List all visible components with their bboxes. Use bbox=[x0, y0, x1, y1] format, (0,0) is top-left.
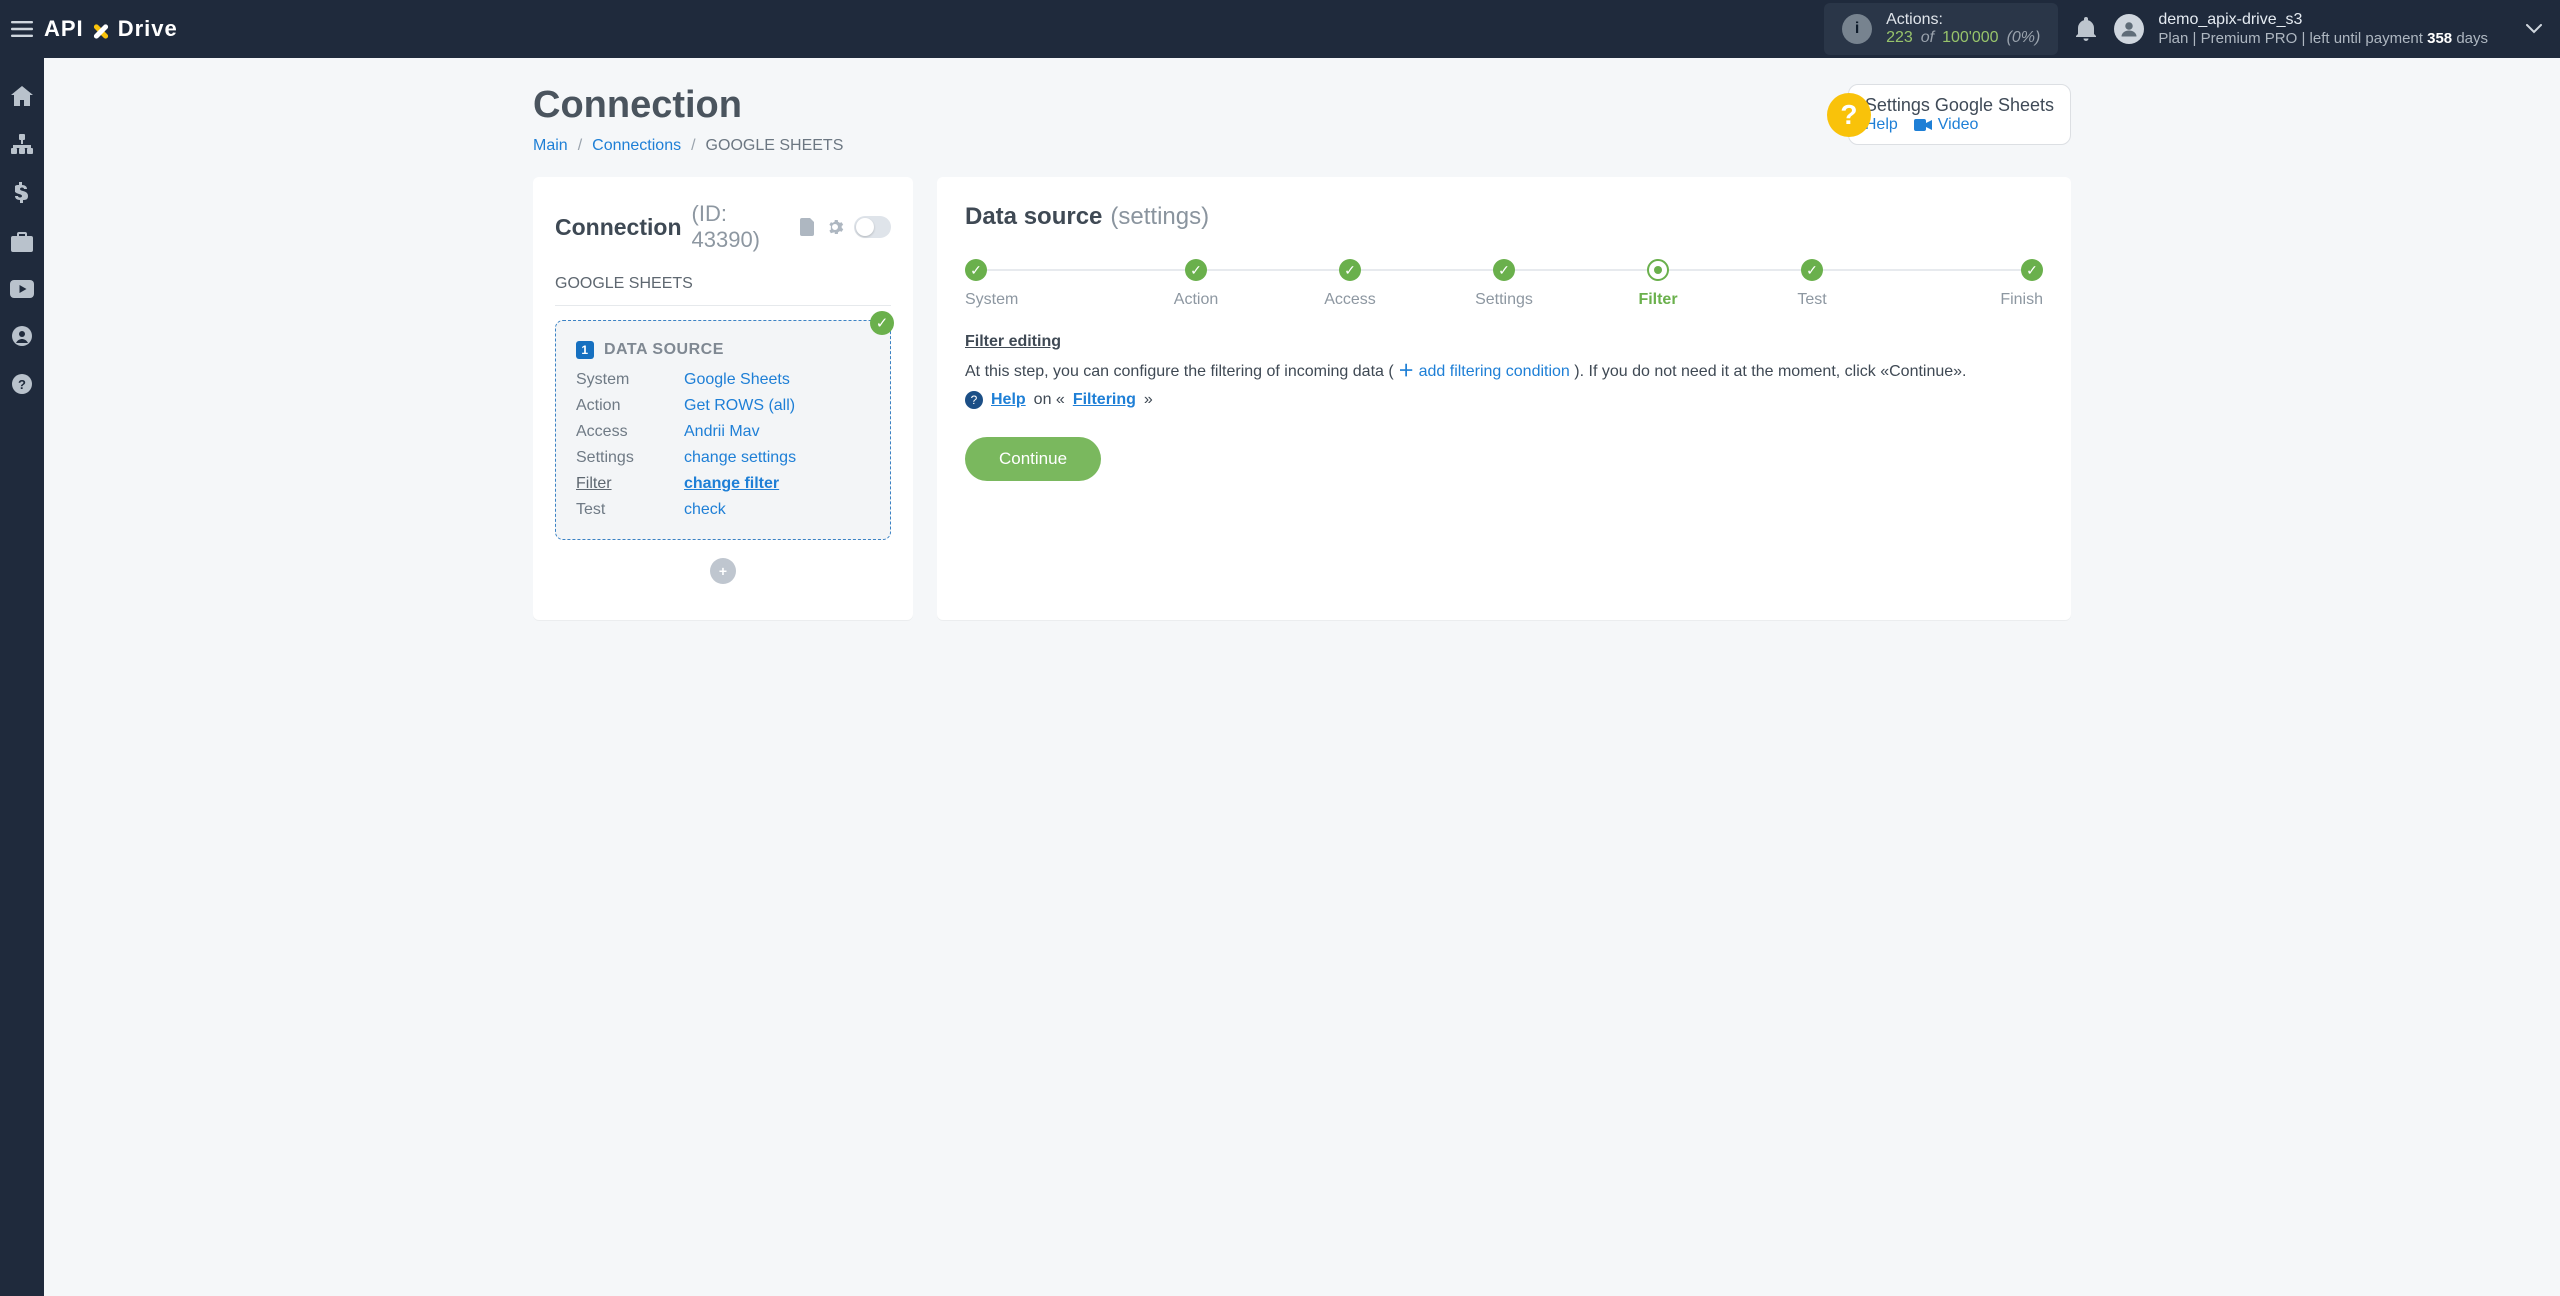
account-name: demo_apix-drive_s3 bbox=[2158, 10, 2488, 30]
help-card: ? Settings Google Sheets Help Video bbox=[1848, 84, 2071, 145]
section-title: Filter editing bbox=[965, 333, 2043, 351]
gear-icon bbox=[826, 218, 844, 236]
enable-toggle[interactable] bbox=[854, 216, 891, 238]
page-title: Connection bbox=[533, 84, 843, 127]
panel-subtitle: (settings) bbox=[1110, 203, 1209, 231]
row-settings-value[interactable]: change settings bbox=[684, 449, 796, 466]
connection-id: (ID: 43390) bbox=[692, 201, 790, 253]
hamburger-icon bbox=[11, 21, 33, 37]
help-badge-icon: ? bbox=[1827, 93, 1871, 137]
continue-button[interactable]: Continue bbox=[965, 437, 1101, 481]
row-access-key: Access bbox=[576, 423, 672, 441]
copy-icon[interactable] bbox=[800, 218, 816, 236]
briefcase-icon bbox=[11, 232, 33, 252]
connection-subname: GOOGLE SHEETS bbox=[555, 275, 891, 306]
connection-card: Connection (ID: 43390) GOOGLE SHEETS bbox=[533, 177, 913, 620]
account-plan: Plan | Premium PRO | left until payment … bbox=[2158, 30, 2488, 49]
home-icon bbox=[11, 86, 33, 106]
actions-of: of bbox=[1921, 29, 1934, 47]
user-circle-icon bbox=[12, 326, 32, 346]
avatar-icon bbox=[2114, 14, 2144, 44]
step-access[interactable]: ✓ Access bbox=[1273, 259, 1427, 309]
sidebar-help[interactable]: ? bbox=[12, 374, 32, 394]
row-test-value[interactable]: check bbox=[684, 501, 726, 518]
step-system[interactable]: ✓ System bbox=[965, 259, 1119, 309]
sidebar-integrations[interactable] bbox=[11, 134, 33, 154]
row-system-value[interactable]: Google Sheets bbox=[684, 371, 790, 388]
help-link-inline[interactable]: Help bbox=[991, 391, 1026, 409]
section-description: At this step, you can configure the filt… bbox=[965, 357, 2043, 381]
status-ok-icon: ✓ bbox=[870, 311, 894, 335]
brand-api: API bbox=[44, 16, 84, 42]
info-icon: i bbox=[1842, 14, 1872, 44]
row-filter-value[interactable]: change filter bbox=[684, 475, 779, 492]
left-sidebar: ? bbox=[0, 58, 44, 1296]
video-icon bbox=[1914, 119, 1932, 131]
row-action-key: Action bbox=[576, 397, 672, 415]
data-source-card: Data source (settings) ✓ System ✓ bbox=[937, 177, 2071, 620]
actions-used: 223 bbox=[1886, 29, 1913, 47]
brand-logo[interactable]: API Drive bbox=[44, 16, 178, 42]
row-access-value[interactable]: Andrii Mav bbox=[684, 423, 760, 440]
row-system-key: System bbox=[576, 371, 672, 389]
crumb-current: GOOGLE SHEETS bbox=[706, 137, 844, 155]
step-action[interactable]: ✓ Action bbox=[1119, 259, 1273, 309]
video-link[interactable]: Video bbox=[1914, 116, 1979, 134]
add-filter-link[interactable]: ＋ add filtering condition bbox=[1398, 363, 1574, 380]
sidebar-briefcase[interactable] bbox=[11, 232, 33, 252]
crumb-main[interactable]: Main bbox=[533, 137, 568, 155]
actions-label: Actions: bbox=[1886, 11, 2040, 29]
youtube-icon bbox=[10, 280, 34, 298]
actions-limit: 100'000 bbox=[1942, 29, 1998, 47]
card-title: Connection bbox=[555, 214, 682, 241]
row-test-key: Test bbox=[576, 501, 672, 519]
row-action-value[interactable]: Get ROWS (all) bbox=[684, 397, 795, 414]
user-icon bbox=[2120, 20, 2138, 38]
crumb-connections[interactable]: Connections bbox=[592, 137, 681, 155]
brand-drive: Drive bbox=[118, 16, 178, 42]
bell-icon bbox=[2076, 17, 2096, 41]
data-source-box[interactable]: ✓ 1 DATA SOURCE System Google Sheets Act… bbox=[555, 320, 891, 540]
actions-badge[interactable]: i Actions: 223 of 100'000 (0%) bbox=[1824, 3, 2058, 55]
chevron-down-icon bbox=[2526, 24, 2542, 34]
question-circle-icon: ? bbox=[12, 374, 32, 394]
actions-pct: (0%) bbox=[2007, 29, 2041, 47]
progress-steps: ✓ System ✓ Action ✓ Access bbox=[965, 259, 2043, 309]
topbar: API Drive i Actions: 223 of 100'000 (0%) bbox=[0, 0, 2560, 58]
brand-x-icon bbox=[90, 18, 112, 40]
question-mark-icon: ? bbox=[965, 391, 983, 409]
breadcrumb: Main / Connections / GOOGLE SHEETS bbox=[533, 137, 843, 155]
sidebar-home[interactable] bbox=[11, 86, 33, 106]
step-filter[interactable]: Filter bbox=[1581, 259, 1735, 309]
sidebar-profile[interactable] bbox=[12, 326, 32, 346]
main-content: Connection Main / Connections / GOOGLE S… bbox=[44, 58, 2560, 1296]
help-row: ? Help on « Filtering » bbox=[965, 391, 2043, 409]
svg-text:?: ? bbox=[18, 377, 26, 392]
sidebar-video[interactable] bbox=[10, 280, 34, 298]
account-menu[interactable]: demo_apix-drive_s3 Plan | Premium PRO | … bbox=[2114, 10, 2488, 49]
settings-icon-button[interactable] bbox=[826, 218, 844, 236]
add-step-button[interactable]: + bbox=[710, 558, 736, 584]
data-source-title: DATA SOURCE bbox=[604, 341, 724, 359]
step-finish[interactable]: ✓ Finish bbox=[1889, 259, 2043, 309]
account-chevron-button[interactable] bbox=[2526, 24, 2542, 34]
step-test[interactable]: ✓ Test bbox=[1735, 259, 1889, 309]
panel-title: Data source bbox=[965, 203, 1102, 231]
step-number-badge: 1 bbox=[576, 341, 594, 359]
help-topic-link[interactable]: Filtering bbox=[1073, 391, 1136, 409]
sidebar-billing[interactable] bbox=[15, 182, 29, 204]
help-card-title: Settings Google Sheets bbox=[1865, 95, 2054, 116]
row-settings-key: Settings bbox=[576, 449, 672, 467]
notifications-button[interactable] bbox=[2076, 17, 2096, 41]
step-settings[interactable]: ✓ Settings bbox=[1427, 259, 1581, 309]
sitemap-icon bbox=[11, 134, 33, 154]
menu-toggle[interactable] bbox=[0, 21, 44, 37]
file-icon bbox=[800, 218, 816, 236]
row-filter-key: Filter bbox=[576, 475, 672, 493]
dollar-icon bbox=[15, 182, 29, 204]
